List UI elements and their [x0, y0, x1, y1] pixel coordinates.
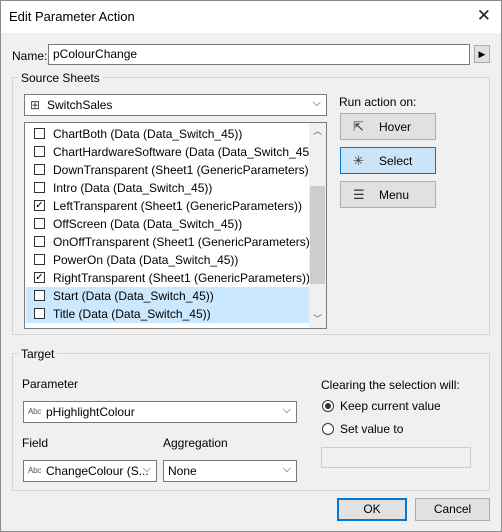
list-item-label: OffScreen (Data (Data_Switch_45)) — [53, 217, 243, 231]
chevron-down-icon: ⌵ — [142, 463, 151, 475]
checkbox[interactable] — [34, 254, 45, 265]
set-value-input — [321, 447, 471, 468]
list-item[interactable]: DownTransparent (Sheet1 (GenericParamete… — [26, 161, 313, 179]
select-label: Select — [379, 154, 413, 168]
aggregation-label: Aggregation — [163, 436, 228, 450]
window-title: Edit Parameter Action — [9, 9, 135, 24]
list-item[interactable]: ✓ RightTransparent (Sheet1 (GenericParame… — [26, 269, 310, 287]
scroll-down-icon[interactable]: ﹀ — [309, 311, 326, 328]
list-item[interactable]: ✓ LeftTransparent (Sheet1 (GenericParamet… — [26, 197, 310, 215]
checkbox-checked[interactable]: ✓ — [34, 272, 45, 283]
chevron-down-icon: ⌵ — [282, 404, 291, 416]
list-item[interactable]: OnOffTransparent (Sheet1 (GenericParamet… — [26, 233, 314, 251]
list-item-label: LeftTransparent (Sheet1 (GenericParamete… — [53, 199, 302, 213]
run-action-label: Run action on: — [339, 95, 417, 109]
checkbox[interactable] — [34, 218, 45, 229]
menu-button[interactable]: ☰ Menu — [340, 181, 436, 208]
name-input[interactable]: pColourChange — [48, 44, 470, 65]
list-item[interactable]: OffScreen (Data (Data_Switch_45)) — [26, 215, 310, 233]
radio-selected-dot — [325, 403, 331, 409]
datasource-grid-icon: ⊞ — [30, 98, 41, 112]
ok-button[interactable]: OK — [337, 498, 407, 521]
select-button[interactable]: ✳ Select — [340, 147, 436, 174]
list-item[interactable]: ChartBoth (Data (Data_Switch_45)) — [26, 125, 310, 143]
list-scrollbar[interactable]: ︿ ﹀ — [309, 123, 326, 328]
list-item[interactable]: Intro (Data (Data_Switch_45)) — [26, 179, 310, 197]
menu-label: Menu — [379, 188, 410, 202]
list-item[interactable]: Title (Data (Data_Switch_45)) — [26, 305, 310, 323]
list-item-label: Intro (Data (Data_Switch_45)) — [53, 181, 213, 195]
source-sheets-label: Source Sheets — [18, 71, 103, 85]
parameter-value: pHighlightColour — [46, 405, 135, 419]
list-item[interactable]: ChartHardwareSoftware (Data (Data_Switch… — [26, 143, 317, 161]
name-input-value: pColourChange — [53, 47, 138, 61]
checkbox[interactable] — [34, 128, 45, 139]
checkbox[interactable] — [34, 236, 45, 247]
chevron-down-icon: ⌵ — [312, 97, 321, 109]
clearing-label: Clearing the selection will: — [321, 378, 460, 392]
list-item-label: PowerOn (Data (Data_Switch_45)) — [53, 253, 239, 267]
insert-field-button[interactable]: ▶ — [474, 45, 490, 63]
checkbox[interactable] — [34, 182, 45, 193]
target-label: Target — [18, 347, 58, 361]
source-sheets-list[interactable]: Title (Data (Data_Switch_45)) Start (Data… — [24, 122, 327, 329]
list-item[interactable]: PowerOn (Data (Data_Switch_45)) — [26, 251, 310, 269]
close-icon[interactable]: ✕ — [477, 6, 491, 26]
chevron-down-icon: ⌵ — [282, 463, 291, 475]
set-value-to-label[interactable]: Set value to — [340, 422, 403, 436]
checkbox[interactable] — [34, 308, 45, 319]
aggregation-dropdown[interactable]: None ⌵ — [163, 460, 297, 482]
menu-icon: ☰ — [353, 187, 365, 202]
list-item-label: OnOffTransparent (Sheet1 (GenericParamet… — [53, 235, 314, 249]
list-item-label: ChartHardwareSoftware (Data (Data_Switch… — [53, 145, 318, 159]
datasource-value: SwitchSales — [47, 98, 113, 112]
scroll-up-icon[interactable]: ︿ — [309, 123, 326, 140]
parameter-dropdown[interactable]: Abc pHighlightColour ⌵ — [23, 401, 297, 423]
string-type-icon: Abc — [28, 466, 42, 475]
list-item-label: RightTransparent (Sheet1 (GenericParamet… — [53, 271, 310, 285]
checkbox[interactable] — [34, 164, 45, 175]
string-type-icon: Abc — [28, 407, 42, 416]
list-item[interactable]: Start (Data (Data_Switch_45)) — [26, 287, 310, 305]
checkbox-checked[interactable]: ✓ — [34, 200, 45, 211]
checkbox[interactable] — [34, 290, 45, 301]
list-item-label: Start (Data (Data_Switch_45)) — [53, 289, 214, 303]
hover-label: Hover — [379, 120, 412, 134]
arrow-right-icon: ▶ — [478, 49, 486, 59]
keep-current-value-radio[interactable] — [322, 400, 334, 412]
field-label: Field — [22, 436, 49, 450]
edit-parameter-action-dialog: Edit Parameter Action ✕ Name: pColourCha… — [0, 0, 502, 532]
parameter-label: Parameter — [22, 377, 79, 391]
list-item-label: ChartBoth (Data (Data_Switch_45)) — [53, 127, 243, 141]
click-pointer-icon: ✳ — [353, 153, 364, 168]
keep-current-value-label[interactable]: Keep current value — [340, 399, 441, 413]
scrollbar-thumb[interactable] — [310, 186, 325, 284]
field-value: ChangeColour (S... — [46, 464, 149, 478]
list-item-label: DownTransparent (Sheet1 (GenericParamete… — [53, 163, 313, 177]
aggregation-value: None — [168, 464, 197, 478]
field-dropdown[interactable]: Abc ChangeColour (S... ⌵ — [23, 460, 157, 482]
cancel-button[interactable]: Cancel — [415, 498, 490, 521]
name-label: Name: — [12, 49, 48, 63]
set-value-to-radio[interactable] — [322, 423, 334, 435]
list-item-label: Title (Data (Data_Switch_45)) — [53, 307, 211, 321]
title-bar[interactable]: Edit Parameter Action ✕ — [1, 1, 501, 33]
hover-button[interactable]: ⇱ Hover — [340, 113, 436, 140]
pointer-icon: ⇱ — [353, 119, 364, 134]
datasource-dropdown[interactable]: ⊞ SwitchSales ⌵ — [24, 94, 327, 116]
checkbox[interactable] — [34, 146, 45, 157]
